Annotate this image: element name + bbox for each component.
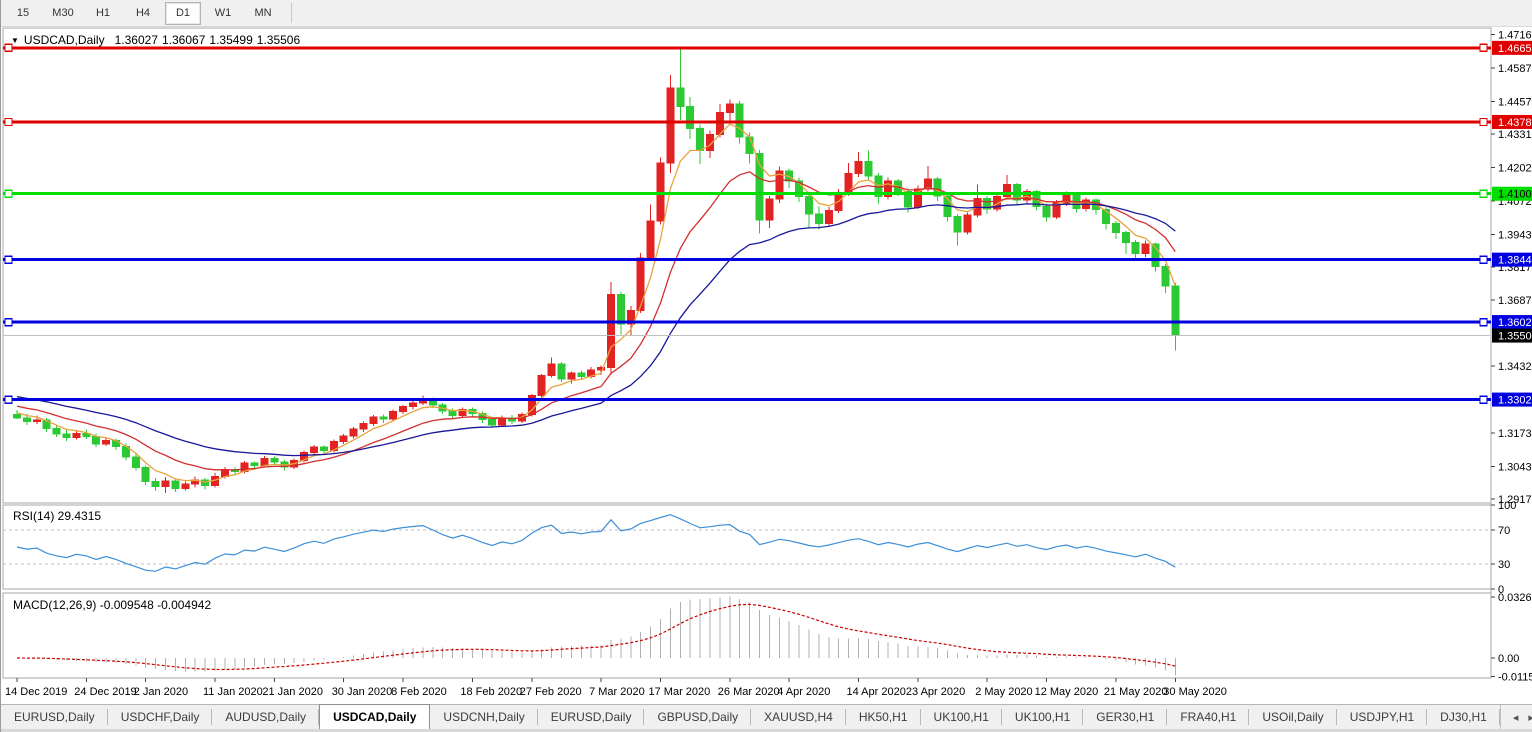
ohlc-open: 1.36027 — [114, 33, 158, 47]
price-badge: 1.36029 — [1492, 315, 1532, 330]
svg-text:14 Apr 2020: 14 Apr 2020 — [847, 686, 906, 698]
hline-handle[interactable] — [4, 117, 13, 127]
tab-scroll-left-icon[interactable]: ◂ — [1513, 711, 1519, 724]
price-badge: 1.43780 — [1492, 114, 1532, 129]
macd-label: MACD(12,26,9) -0.009548 -0.004942 — [13, 598, 212, 612]
svg-text:1.47165: 1.47165 — [1498, 30, 1532, 42]
ohlc-high: 1.36067 — [162, 33, 206, 47]
tab-GER30-H1[interactable]: GER30,H1 — [1083, 705, 1168, 729]
svg-text:2 Jan 2020: 2 Jan 2020 — [134, 686, 188, 698]
svg-text:14 Dec 2019: 14 Dec 2019 — [5, 686, 67, 698]
chart-canvas[interactable]: 1.471651.458701.445751.433151.420201.407… — [1, 0, 1532, 704]
chart-tabs: EURUSD,Daily USDCHF,Daily AUDUSD,Daily USDC… — [1, 704, 1532, 729]
svg-text:100: 100 — [1498, 500, 1516, 512]
chart-title: ▼ USDCAD,Daily 1.36027 1.36067 1.35499 1.3550… — [11, 33, 304, 47]
tab-AUDUSD-Daily[interactable]: AUDUSD,Daily — [212, 705, 319, 729]
svg-text:1.43780: 1.43780 — [1498, 117, 1532, 129]
svg-text:12 May 2020: 12 May 2020 — [1035, 686, 1099, 698]
hline-handle[interactable] — [4, 189, 13, 198]
svg-text:0.032658: 0.032658 — [1498, 592, 1532, 604]
price-badge: 1.33026 — [1492, 392, 1532, 407]
svg-text:7 Mar 2020: 7 Mar 2020 — [589, 686, 645, 698]
price-badge: 1.41000 — [1492, 186, 1532, 201]
svg-text:1.31730: 1.31730 — [1498, 428, 1532, 440]
svg-text:1.30435: 1.30435 — [1498, 461, 1532, 473]
hline-handle[interactable] — [1479, 317, 1488, 327]
chart-symbol-label: USDCAD,Daily — [23, 33, 105, 47]
tab-USDJPY-H1[interactable]: USDJPY,H1 — [1337, 705, 1428, 729]
svg-text:1.38447: 1.38447 — [1498, 255, 1532, 267]
tab-USOil-Daily[interactable]: USOil,Daily — [1249, 705, 1338, 729]
svg-text:1.44575: 1.44575 — [1498, 96, 1532, 108]
svg-text:4 Apr 2020: 4 Apr 2020 — [777, 686, 830, 698]
hline-handle[interactable] — [1479, 43, 1488, 53]
svg-text:17 Mar 2020: 17 Mar 2020 — [649, 686, 711, 698]
svg-text:2 May 2020: 2 May 2020 — [975, 686, 1032, 698]
symbol-dropdown-icon[interactable]: ▼ — [11, 36, 19, 45]
ohlc-low: 1.35499 — [209, 33, 253, 47]
price-badge: 1.46651 — [1492, 40, 1532, 55]
svg-text:1.34320: 1.34320 — [1498, 361, 1532, 373]
hline-handle[interactable] — [4, 317, 13, 327]
tab-UK100-H1[interactable]: UK100,H1 — [921, 705, 1003, 729]
svg-text:8 Feb 2020: 8 Feb 2020 — [391, 686, 447, 698]
price-badge: 1.35506 — [1492, 328, 1532, 343]
svg-text:30: 30 — [1498, 559, 1510, 571]
price-badge: 1.38447 — [1492, 252, 1532, 267]
svg-text:1.43315: 1.43315 — [1498, 129, 1532, 141]
tab-GBPUSD-Daily[interactable]: GBPUSD,Daily — [644, 705, 751, 729]
rsi-label: RSI(14) 29.4315 — [13, 509, 102, 523]
tab-scroll-right-icon[interactable]: ▸ — [1528, 711, 1532, 724]
svg-text:1.33026: 1.33026 — [1498, 395, 1532, 407]
hline-handle[interactable] — [1479, 395, 1488, 404]
svg-text:24 Dec 2019: 24 Dec 2019 — [74, 686, 136, 698]
tab-DJ30-H1[interactable]: DJ30,H1 — [1427, 705, 1500, 729]
tab-EURUSD-Daily[interactable]: EURUSD,Daily — [538, 705, 645, 729]
svg-text:11 Jan 2020: 11 Jan 2020 — [203, 686, 263, 698]
tab-EURUSD-Daily[interactable]: EURUSD,Daily — [1, 705, 108, 729]
svg-text:70: 70 — [1498, 525, 1510, 537]
hline-handle[interactable] — [4, 255, 13, 264]
svg-text:1.41000: 1.41000 — [1498, 189, 1532, 201]
hline-handle[interactable] — [1479, 255, 1488, 264]
ohlc-close: 1.35506 — [256, 33, 301, 47]
svg-text:1.42020: 1.42020 — [1498, 162, 1532, 174]
svg-text:27 Feb 2020: 27 Feb 2020 — [520, 686, 582, 698]
date-axis: 14 Dec 2019 24 Dec 20192 Jan 2020 11 Jan 2… — [5, 678, 1227, 698]
tab-scroll-controls: ◂▸ — [1499, 705, 1532, 729]
svg-text:1.36875: 1.36875 — [1498, 295, 1532, 307]
tab-HK50-H1[interactable]: HK50,H1 — [846, 705, 921, 729]
svg-text:30 May 2020: 30 May 2020 — [1163, 686, 1227, 698]
svg-text:30 Jan 2020: 30 Jan 2020 — [332, 686, 393, 698]
svg-text:1.46651: 1.46651 — [1498, 43, 1532, 55]
svg-text:1.39430: 1.39430 — [1498, 229, 1532, 241]
svg-text:23 Apr 2020: 23 Apr 2020 — [906, 686, 965, 698]
svg-text:1.45870: 1.45870 — [1498, 63, 1532, 75]
svg-text:1.36029: 1.36029 — [1498, 317, 1532, 329]
svg-text:-0.011558: -0.011558 — [1498, 672, 1532, 684]
tab-USDCAD-Daily[interactable]: USDCAD,Daily — [319, 704, 431, 729]
tab-XAUUSD-H4[interactable]: XAUUSD,H4 — [751, 705, 846, 729]
svg-text:0.00: 0.00 — [1498, 653, 1519, 665]
svg-text:21 Jan 2020: 21 Jan 2020 — [262, 686, 323, 698]
hline-handle[interactable] — [1479, 189, 1488, 198]
tab-UK100-H1[interactable]: UK100,H1 — [1002, 705, 1084, 729]
hline-handle[interactable] — [1479, 117, 1488, 127]
svg-text:21 May 2020: 21 May 2020 — [1104, 686, 1168, 698]
svg-text:26 Mar 2020: 26 Mar 2020 — [718, 686, 780, 698]
svg-text:18 Feb 2020: 18 Feb 2020 — [460, 686, 522, 698]
price-axis: 1.471651.458701.445751.433151.420201.407… — [1491, 30, 1532, 506]
mt4-window: 15M30H1H4D1W1MN 1.471651.458701.445751.4… — [0, 0, 1532, 732]
pane-borders — [2, 27, 1492, 679]
tab-FRA40-H1[interactable]: FRA40,H1 — [1167, 705, 1250, 729]
hline-handle[interactable] — [4, 395, 13, 404]
svg-text:1.35506: 1.35506 — [1498, 331, 1532, 343]
tab-USDCHF-Daily[interactable]: USDCHF,Daily — [108, 705, 213, 729]
tab-USDCNH-Daily[interactable]: USDCNH,Daily — [430, 705, 539, 729]
